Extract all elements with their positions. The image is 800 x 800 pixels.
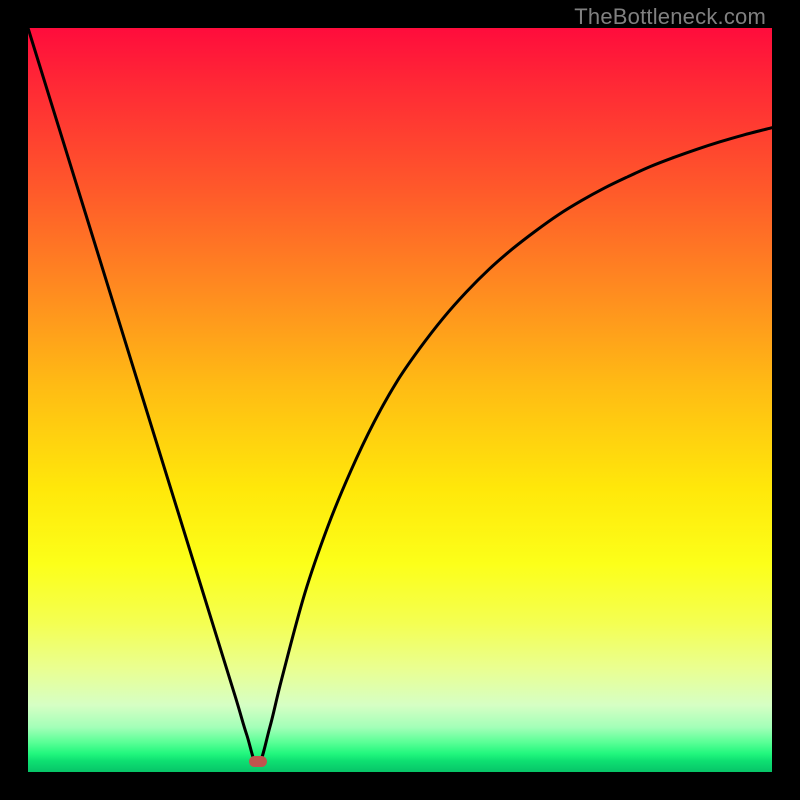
chart-area (28, 28, 772, 772)
bottleneck-curve (28, 28, 772, 765)
curve-svg (28, 28, 772, 772)
watermark-text: TheBottleneck.com (574, 4, 766, 30)
optimal-point-marker (249, 756, 267, 767)
